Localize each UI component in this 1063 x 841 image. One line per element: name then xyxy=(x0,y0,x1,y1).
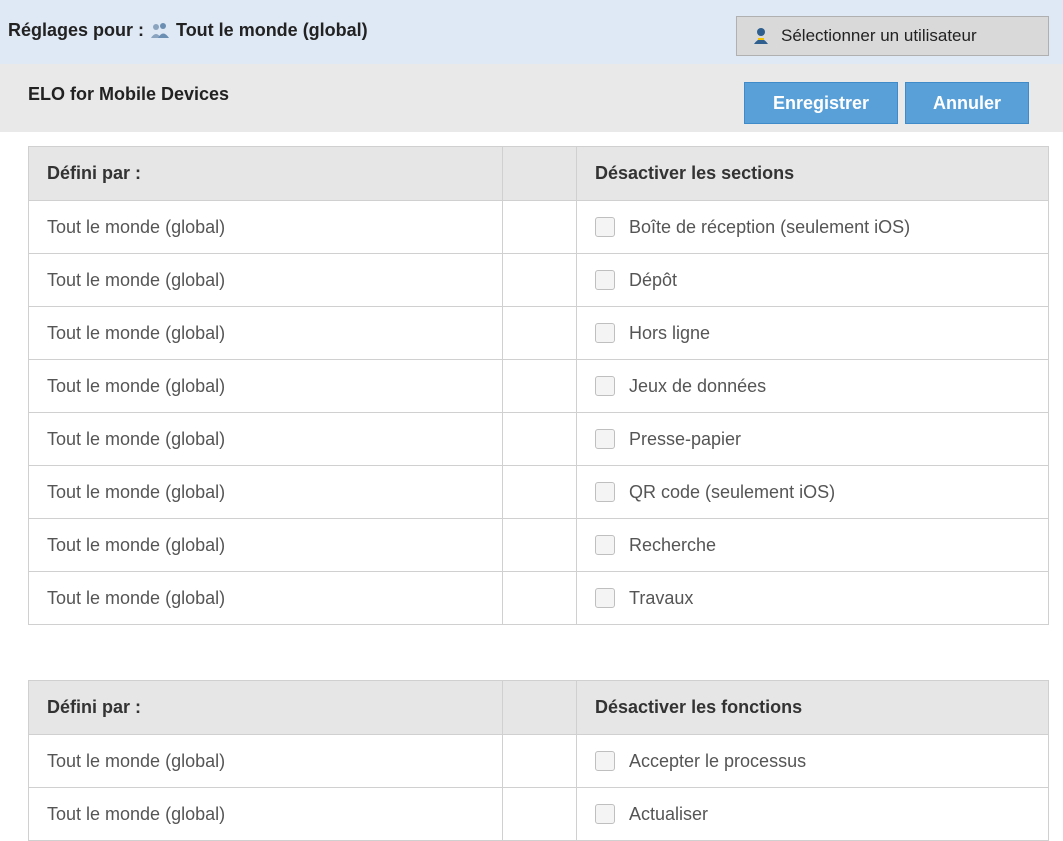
option-checkbox-row: Recherche xyxy=(595,535,1030,556)
option-checkbox-row: Travaux xyxy=(595,588,1030,609)
table-row: Tout le monde (global) QR code (seulement… xyxy=(28,465,1049,519)
option-cell: Hors ligne xyxy=(576,306,1049,360)
defined-by-cell: Tout le monde (global) xyxy=(28,412,503,466)
column-header-disable-functions: Désactiver les fonctions xyxy=(576,680,1049,735)
sections-table: Défini par : Désactiver les sections Tou… xyxy=(28,146,1049,625)
option-cell: Presse-papier xyxy=(576,412,1049,466)
column-header-empty xyxy=(502,680,577,735)
settings-title: Réglages pour : Tout le monde (global) xyxy=(8,20,368,41)
empty-cell xyxy=(502,359,577,413)
option-checkbox[interactable] xyxy=(595,804,615,824)
option-cell: Travaux xyxy=(576,571,1049,625)
option-checkbox-row: Accepter le processus xyxy=(595,751,1030,772)
option-cell: Dépôt xyxy=(576,253,1049,307)
option-checkbox[interactable] xyxy=(595,588,615,608)
option-cell: Recherche xyxy=(576,518,1049,572)
select-user-label: Sélectionner un utilisateur xyxy=(781,26,977,45)
option-checkbox-row: Dépôt xyxy=(595,270,1030,291)
table-row: Tout le monde (global) Accepter le proces… xyxy=(28,734,1049,788)
user-icon xyxy=(753,27,769,45)
defined-by-cell: Tout le monde (global) xyxy=(28,787,503,841)
functions-table: Défini par : Désactiver les fonctions To… xyxy=(28,680,1049,841)
option-label: QR code (seulement iOS) xyxy=(629,481,836,502)
scope-name: Tout le monde (global) xyxy=(176,20,368,40)
table-row: Tout le monde (global) Jeux de données xyxy=(28,359,1049,413)
option-checkbox-row: Actualiser xyxy=(595,804,1030,825)
empty-cell xyxy=(502,412,577,466)
empty-cell xyxy=(502,571,577,625)
table-row: Tout le monde (global) Boîte de réception… xyxy=(28,200,1049,254)
option-cell: Accepter le processus xyxy=(576,734,1049,788)
table-row: Tout le monde (global) Presse-papier xyxy=(28,412,1049,466)
defined-by-cell: Tout le monde (global) xyxy=(28,571,503,625)
option-checkbox-row: Hors ligne xyxy=(595,323,1030,344)
cancel-button[interactable]: Annuler xyxy=(905,82,1029,124)
option-label: Accepter le processus xyxy=(629,750,807,771)
option-checkbox[interactable] xyxy=(595,323,615,343)
option-checkbox[interactable] xyxy=(595,217,615,237)
option-checkbox[interactable] xyxy=(595,376,615,396)
table-row: Tout le monde (global) Dépôt xyxy=(28,253,1049,307)
table-row: Tout le monde (global) Travaux xyxy=(28,571,1049,625)
option-checkbox[interactable] xyxy=(595,751,615,771)
option-label: Hors ligne xyxy=(629,322,711,343)
defined-by-cell: Tout le monde (global) xyxy=(28,253,503,307)
save-button[interactable]: Enregistrer xyxy=(744,82,898,124)
option-label: Travaux xyxy=(629,587,694,608)
table-row: Tout le monde (global) Recherche xyxy=(28,518,1049,572)
empty-cell xyxy=(502,253,577,307)
option-label: Jeux de données xyxy=(629,375,767,396)
users-group-icon xyxy=(150,22,170,40)
option-cell: Boîte de réception (seulement iOS) xyxy=(576,200,1049,254)
table-row: Tout le monde (global) Actualiser xyxy=(28,787,1049,841)
empty-cell xyxy=(502,734,577,788)
option-checkbox[interactable] xyxy=(595,429,615,449)
option-label: Boîte de réception (seulement iOS) xyxy=(629,216,911,237)
app-title: ELO for Mobile Devices xyxy=(28,84,230,104)
select-user-button[interactable]: Sélectionner un utilisateur xyxy=(736,16,1049,56)
defined-by-cell: Tout le monde (global) xyxy=(28,306,503,360)
option-checkbox[interactable] xyxy=(595,535,615,555)
empty-cell xyxy=(502,465,577,519)
column-header-empty xyxy=(502,146,577,201)
defined-by-cell: Tout le monde (global) xyxy=(28,200,503,254)
table-header-row: Défini par : Désactiver les fonctions xyxy=(28,680,1049,735)
option-checkbox[interactable] xyxy=(595,482,615,502)
option-cell: Jeux de données xyxy=(576,359,1049,413)
table-row: Tout le monde (global) Hors ligne xyxy=(28,306,1049,360)
option-checkbox-row: QR code (seulement iOS) xyxy=(595,482,1030,503)
option-checkbox-row: Boîte de réception (seulement iOS) xyxy=(595,217,1030,238)
table-header-row: Défini par : Désactiver les sections xyxy=(28,146,1049,201)
defined-by-cell: Tout le monde (global) xyxy=(28,734,503,788)
option-label: Presse-papier xyxy=(629,428,742,449)
empty-cell xyxy=(502,787,577,841)
option-cell: Actualiser xyxy=(576,787,1049,841)
defined-by-cell: Tout le monde (global) xyxy=(28,359,503,413)
option-cell: QR code (seulement iOS) xyxy=(576,465,1049,519)
settings-label: Réglages pour : xyxy=(8,20,145,40)
option-checkbox[interactable] xyxy=(595,270,615,290)
option-label: Actualiser xyxy=(629,803,709,824)
option-checkbox-row: Presse-papier xyxy=(595,429,1030,450)
column-header-disable-sections: Désactiver les sections xyxy=(576,146,1049,201)
column-header-defined-by: Défini par : xyxy=(28,146,503,201)
empty-cell xyxy=(502,518,577,572)
option-label: Recherche xyxy=(629,534,717,555)
app-bar: ELO for Mobile Devices Enregistrer Annul… xyxy=(0,64,1063,132)
empty-cell xyxy=(502,200,577,254)
settings-header: Réglages pour : Tout le monde (global) S… xyxy=(0,0,1063,64)
column-header-defined-by: Défini par : xyxy=(28,680,503,735)
defined-by-cell: Tout le monde (global) xyxy=(28,518,503,572)
option-checkbox-row: Jeux de données xyxy=(595,376,1030,397)
defined-by-cell: Tout le monde (global) xyxy=(28,465,503,519)
option-label: Dépôt xyxy=(629,269,678,290)
empty-cell xyxy=(502,306,577,360)
